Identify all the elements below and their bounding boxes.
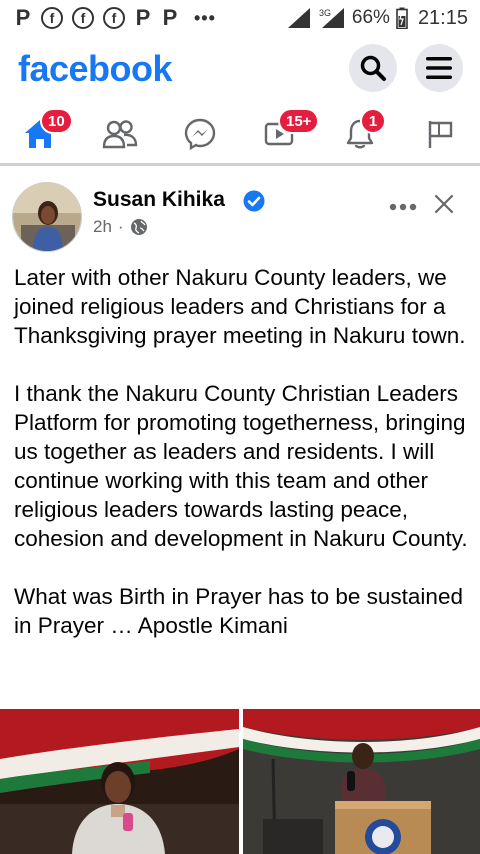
signal-icon	[287, 8, 310, 28]
profile-photo-icon	[13, 183, 81, 251]
watch-badge: 15+	[278, 108, 320, 134]
clock: 21:15	[417, 6, 468, 29]
app-header: facebook	[0, 40, 480, 96]
globe-icon	[130, 219, 147, 235]
hamburger-menu-icon	[426, 57, 452, 79]
post-photo-2[interactable]	[243, 709, 480, 854]
tab-watch[interactable]: 15+	[258, 108, 320, 156]
tab-notifications[interactable]: 1	[338, 108, 386, 156]
photo-man-at-podium	[243, 709, 480, 854]
tab-home[interactable]: 10	[18, 108, 73, 156]
post-paragraph: Later with other Nakuru County leaders, …	[14, 265, 466, 348]
post-paragraph: I thank the Nakuru County Christian Lead…	[14, 381, 468, 551]
menu-button[interactable]	[415, 44, 463, 92]
post-more-button[interactable]	[388, 192, 418, 218]
main-nav: 10 15+ 1	[0, 104, 480, 166]
pinterest-notification-icon: P	[15, 5, 31, 30]
network-type-label: 3G	[319, 8, 331, 18]
post-header: Susan Kihika 2h ·	[0, 170, 480, 260]
post-meta: 2h ·	[93, 217, 148, 237]
post-photo-1[interactable]	[0, 709, 239, 854]
post-timestamp[interactable]: 2h	[93, 217, 112, 237]
home-badge: 10	[40, 108, 73, 134]
notification-icons: P f f f P P •••	[14, 5, 216, 31]
search-icon	[360, 55, 386, 81]
post-body: Later with other Nakuru County leaders, …	[14, 263, 470, 640]
verified-badge-icon	[243, 190, 265, 212]
flag-icon	[428, 121, 453, 148]
messenger-icon	[184, 118, 216, 151]
avatar[interactable]	[12, 182, 82, 252]
battery-percentage: 66%	[351, 7, 390, 28]
facebook-logo[interactable]: facebook	[18, 48, 173, 90]
tab-friends[interactable]	[98, 112, 142, 156]
tab-pages[interactable]	[418, 112, 462, 156]
notifications-badge: 1	[360, 108, 386, 134]
more-notifications-icon: •••	[194, 7, 216, 28]
facebook-notification-icon: f	[41, 7, 63, 29]
pinterest-notification-icon: P	[135, 5, 151, 30]
facebook-notification-icon: f	[103, 7, 125, 29]
signal-3g-icon: 3G	[319, 8, 344, 28]
post-author-name[interactable]: Susan Kihika	[93, 188, 225, 212]
pinterest-notification-icon: P	[162, 5, 178, 30]
facebook-notification-icon: f	[72, 7, 94, 29]
status-bar: P f f f P P ••• 3G 66% 21:15	[0, 0, 480, 36]
search-button[interactable]	[349, 44, 397, 92]
more-horizontal-icon	[389, 203, 417, 211]
tab-messenger[interactable]	[178, 112, 222, 156]
battery-icon	[396, 7, 408, 29]
photo-woman-speaking	[0, 709, 239, 854]
friends-icon	[102, 120, 138, 149]
close-icon[interactable]	[432, 192, 456, 216]
meta-separator: ·	[117, 217, 124, 236]
post-paragraph: What was Birth in Prayer has to be susta…	[14, 584, 463, 638]
